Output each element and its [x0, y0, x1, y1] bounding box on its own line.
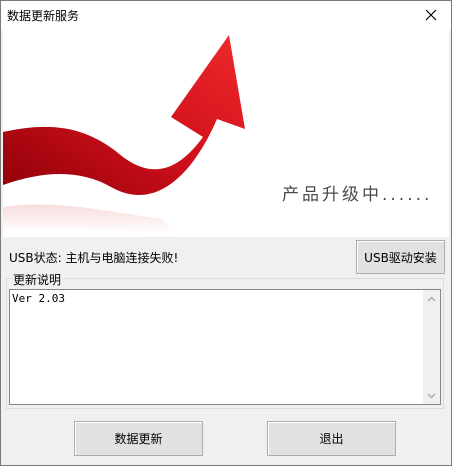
window-title: 数据更新服务: [7, 9, 80, 23]
growth-arrow-graphic: [3, 35, 245, 235]
app-window: 数据更新服务 产品升级中...... USB状态: 主机与电脑连接失败! USB…: [0, 0, 452, 466]
update-notes-textarea[interactable]: Ver 2.03: [9, 289, 441, 405]
vertical-scrollbar[interactable]: [423, 290, 440, 404]
close-icon: [425, 9, 437, 21]
chevron-down-icon: [427, 393, 436, 398]
chevron-up-icon: [427, 296, 436, 301]
usb-status-text: USB状态: 主机与电脑连接失败!: [9, 251, 179, 265]
update-notes-label: 更新说明: [11, 271, 64, 288]
usb-driver-install-button[interactable]: USB驱动安装: [356, 240, 445, 274]
banner: 产品升级中......: [3, 29, 449, 237]
data-update-button[interactable]: 数据更新: [74, 421, 203, 456]
scroll-down-button[interactable]: [423, 387, 440, 404]
close-button[interactable]: [411, 1, 451, 29]
banner-text: 产品升级中......: [282, 185, 433, 205]
update-notes-content: Ver 2.03: [12, 292, 65, 305]
title-bar: 数据更新服务: [1, 1, 451, 29]
scroll-up-button[interactable]: [423, 290, 440, 307]
exit-button[interactable]: 退出: [267, 421, 396, 456]
